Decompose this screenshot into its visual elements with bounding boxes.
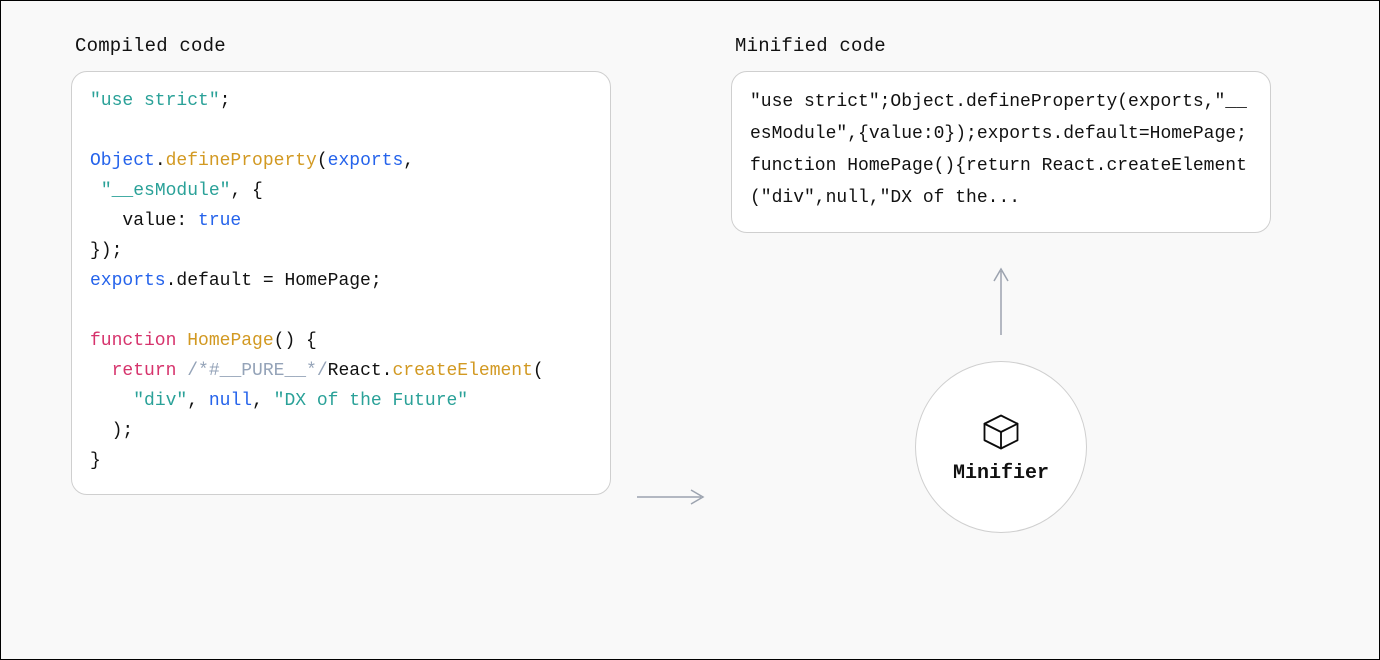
diagram-frame: Compiled code "use strict"; Object.defin… [0, 0, 1380, 660]
code-token: ; [220, 91, 231, 111]
code-token: , [252, 391, 274, 411]
code-token: () { [274, 331, 317, 351]
code-token: defineProperty [166, 151, 317, 171]
compiled-code-panel: "use strict"; Object.defineProperty(expo… [71, 71, 611, 495]
code-token [90, 181, 101, 201]
code-token: function [90, 331, 176, 351]
code-token: null [209, 391, 252, 411]
code-token: exports [90, 271, 166, 291]
minified-column: Minified code "use strict";Object.define… [731, 35, 1271, 533]
code-token: true [198, 211, 241, 231]
code-token: "use strict" [90, 91, 220, 111]
minified-code-panel: "use strict";Object.defineProperty(expor… [731, 71, 1271, 233]
arrow-right-container [611, 35, 731, 619]
code-token [176, 331, 187, 351]
code-token: .default = HomePage; [166, 271, 382, 291]
code-token: ( [317, 151, 328, 171]
compiled-code: "use strict"; Object.defineProperty(expo… [90, 86, 592, 476]
minified-code: "use strict";Object.defineProperty(expor… [750, 86, 1252, 214]
arrow-up-icon [989, 261, 1013, 341]
code-token: }); [90, 241, 122, 261]
code-token: } [90, 451, 101, 471]
code-token: "__esModule" [101, 181, 231, 201]
code-token: "div" [133, 391, 187, 411]
arrow-right-icon [631, 485, 711, 509]
minifier-node: Minifier [915, 361, 1087, 533]
code-token: , [403, 151, 414, 171]
compiled-column: Compiled code "use strict"; Object.defin… [71, 35, 611, 495]
cube-icon [979, 410, 1023, 454]
code-token: React. [328, 361, 393, 381]
code-token: HomePage [187, 331, 273, 351]
code-token: Object [90, 151, 155, 171]
minified-title: Minified code [735, 35, 1271, 57]
code-token: return [112, 361, 177, 381]
code-token [90, 391, 133, 411]
code-token: , [187, 391, 209, 411]
compiled-title: Compiled code [75, 35, 611, 57]
code-token: ( [533, 361, 544, 381]
code-token: createElement [392, 361, 532, 381]
minifier-label: Minifier [953, 462, 1049, 485]
code-token: exports [328, 151, 404, 171]
code-token: "DX of the Future" [274, 391, 468, 411]
code-token: value: [90, 211, 198, 231]
code-token: /*#__PURE__*/ [187, 361, 327, 381]
code-token: ); [90, 421, 133, 441]
code-token [176, 361, 187, 381]
code-token: , { [230, 181, 262, 201]
minifier-flow: Minifier [731, 261, 1271, 533]
code-token: . [155, 151, 166, 171]
code-token [90, 361, 112, 381]
